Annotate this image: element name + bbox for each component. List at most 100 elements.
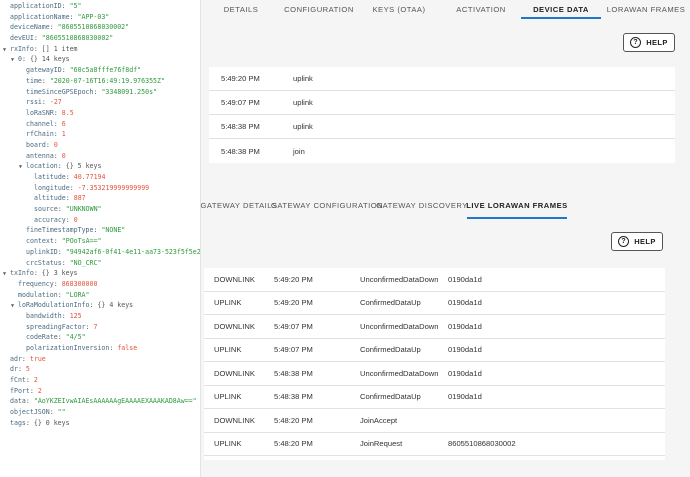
tab-configuration[interactable]: CONFIGURATION <box>281 0 357 19</box>
tree-value: [] 1 item <box>41 44 78 53</box>
tree-value: "94942af6-0f41-4e11-aa73-523f5f5e2a19" <box>65 247 200 256</box>
event-row[interactable]: 5:49:07 PM uplink <box>209 91 675 115</box>
tab-live-lorawan-frames[interactable]: LIVE LORAWAN FRAMES <box>466 192 567 219</box>
tree-value: "2020-07-16T16:49:19.976355Z" <box>49 76 165 85</box>
tree-value: "UNKNOWN" <box>65 205 102 214</box>
tree-key: applicationID <box>10 2 62 10</box>
tree-key: fineTimestampType <box>26 226 94 235</box>
tree-row: loRaSNR: 8.5 <box>26 108 74 117</box>
tree-key: altitude <box>34 194 66 203</box>
frame-row[interactable]: DOWNLINK 5:48:38 PM UnconfirmedDataDown 019… <box>204 362 665 386</box>
tree-row: accuracy: 0 <box>34 215 78 224</box>
tree-value: 1 <box>61 130 66 139</box>
frame-direction: UPLINK <box>214 439 242 449</box>
tree-row: latitude: 40.77194 <box>34 173 106 181</box>
frame-row[interactable]: UPLINK 5:49:07 PM ConfirmedDataUp 0190da1d <box>204 339 665 362</box>
frame-direction: DOWNLINK <box>214 274 255 284</box>
event-row[interactable]: 5:49:20 PM uplink <box>209 67 675 91</box>
tree-row: fPort: 2 <box>10 386 42 395</box>
frame-time: 5:49:07 PM <box>274 321 313 331</box>
help-label: HELP <box>646 38 668 47</box>
tab-lorawan-frames[interactable]: LORAWAN FRAMES <box>601 0 690 19</box>
gateway-tabs: GATEWAY DETAILS GATEWAY CONFIGURATION GATE… <box>200 192 690 219</box>
tree-key: source <box>34 205 58 214</box>
device-help-button[interactable]: ? HELP <box>623 33 675 52</box>
tree-value: 887 <box>73 194 86 203</box>
device-panel: DETAILS CONFIGURATION KEYS (OTAA) ACTIVATIO… <box>200 0 690 477</box>
tree-row: data: "AoYKZEIvwAIAEsAAAAAAgEAAAAEXAAAKA… <box>10 397 197 406</box>
tab-gateway-discovery[interactable]: GATEWAY DISCOVERY <box>376 192 467 219</box>
tree-row[interactable]: ▼ location: {} 5 keys <box>0 161 200 172</box>
tree-value: "8605510868030002" <box>57 23 130 32</box>
tab-details[interactable]: DETAILS <box>201 0 281 19</box>
tree-value: {} 0 keys <box>33 418 70 427</box>
tree-key: longitude <box>34 183 70 192</box>
tree-value: "4/5" <box>65 333 86 342</box>
tree-key: timeSinceGPSEpoch <box>26 87 94 96</box>
tree-row: altitude: 887 <box>34 194 86 203</box>
caret-down-icon[interactable]: ▼ <box>11 55 18 65</box>
tree-key: frequency <box>18 279 54 288</box>
tree-key: bandwidth <box>26 311 62 320</box>
event-row[interactable]: 5:48:38 PM join <box>209 139 675 163</box>
tree-row: board: 0 <box>26 140 58 149</box>
tab-keys-otaa[interactable]: KEYS (OTAA) <box>357 0 441 19</box>
tree-row: channel: 6 <box>26 119 66 128</box>
tree-row: devEUI: "8605510868030002" <box>10 34 114 43</box>
frame-row[interactable]: DOWNLINK 5:49:07 PM UnconfirmedDataDown 019… <box>204 315 665 339</box>
tree-row: context: "POoTsA==" <box>26 237 102 246</box>
tree-key: location <box>26 162 58 171</box>
tree-key: rfChain <box>26 130 54 139</box>
frame-time: 5:49:20 PM <box>274 274 313 284</box>
tree-key: dr <box>10 365 18 374</box>
tree-value: "NO_CRC" <box>69 258 102 267</box>
tree-value: 0 <box>53 140 58 149</box>
frame-dev-addr: 0190da1d <box>448 274 482 284</box>
tab-device-data[interactable]: DEVICE DATA <box>521 0 601 19</box>
tree-row: uplinkID: "94942af6-0f41-4e11-aa73-523f5… <box>0 247 200 258</box>
tree-key: applicationName <box>10 12 70 21</box>
tree-row: modulation: "LORA" <box>18 290 90 299</box>
tree-key: time <box>26 76 42 85</box>
tree-row: longitude: -7.353219999999999 <box>34 183 150 192</box>
frame-mtype: UnconfirmedDataDown <box>360 368 439 378</box>
tab-activation[interactable]: ACTIVATION <box>441 0 521 19</box>
frame-row[interactable]: UPLINK 5:48:38 PM ConfirmedDataUp 0190da1d <box>204 386 665 409</box>
frame-row[interactable]: UPLINK 5:48:20 PM JoinRequest 8605510868030… <box>204 433 665 456</box>
frame-mtype: JoinAccept <box>360 415 398 425</box>
tree-row[interactable]: ▼ 0: {} 14 keys <box>0 54 200 65</box>
tab-gateway-details[interactable]: GATEWAY DETAILS <box>200 192 277 219</box>
tree-row[interactable]: ▼ loRaModulationInfo: {} 4 keys <box>0 300 200 311</box>
tree-value: "APP-03" <box>77 12 110 21</box>
frame-row[interactable]: DOWNLINK 5:48:20 PM JoinAccept <box>204 409 665 433</box>
frame-dev-addr: 0190da1d <box>448 368 482 378</box>
frame-dev-addr: 0190da1d <box>448 298 482 308</box>
tree-key: loRaModulationInfo <box>18 301 90 310</box>
caret-down-icon[interactable]: ▼ <box>3 269 10 279</box>
frame-dev-addr: 0190da1d <box>448 392 482 402</box>
event-row[interactable]: 5:48:38 PM uplink <box>209 115 675 139</box>
frame-mtype: ConfirmedDataUp <box>360 345 421 355</box>
gateway-help-button[interactable]: ? HELP <box>611 232 663 251</box>
tree-row: objectJSON: "" <box>10 408 66 417</box>
tree-row[interactable]: ▼ txInfo: {} 3 keys <box>0 268 200 279</box>
event-type: join <box>293 146 305 156</box>
tree-row: antenna: 0 <box>26 151 66 160</box>
caret-down-icon[interactable]: ▼ <box>19 162 26 172</box>
tab-gateway-configuration[interactable]: GATEWAY CONFIGURATION <box>271 192 383 219</box>
tree-row[interactable]: ▼ rxInfo: [] 1 item <box>0 44 200 55</box>
caret-down-icon[interactable]: ▼ <box>11 301 18 311</box>
device-events-list: 5:49:20 PM uplink 5:49:07 PM uplink 5:48:38 … <box>209 67 675 163</box>
caret-down-icon[interactable]: ▼ <box>3 45 10 55</box>
frame-row[interactable]: UPLINK 5:49:20 PM ConfirmedDataUp 0190da1d <box>204 292 665 315</box>
frame-time: 5:48:20 PM <box>274 415 313 425</box>
tree-row: dr: 5 <box>10 365 30 374</box>
tree-key: polarizationInversion <box>26 344 110 352</box>
tree-key: fPort <box>10 386 30 395</box>
tree-key: accuracy <box>34 215 66 224</box>
frame-mtype: UnconfirmedDataDown <box>360 321 439 331</box>
event-time: 5:49:20 PM <box>221 74 260 83</box>
event-type: uplink <box>293 122 313 131</box>
tree-row: codeRate: "4/5" <box>26 333 86 342</box>
frame-row[interactable]: DOWNLINK 5:49:20 PM UnconfirmedDataDown 019… <box>204 268 665 292</box>
